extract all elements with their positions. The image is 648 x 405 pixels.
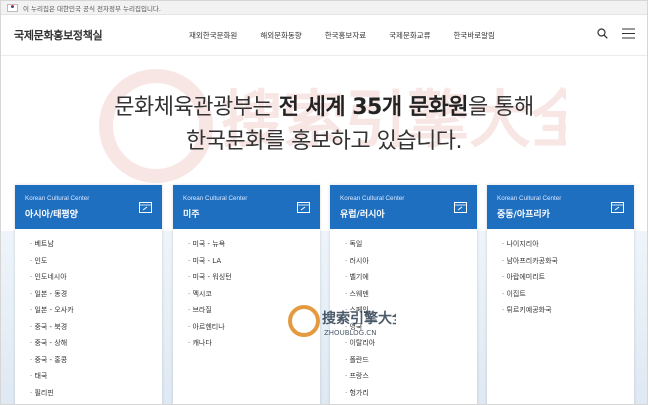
nav-item-culture-trends[interactable]: 해외문화동향 [260, 30, 301, 41]
external-link-icon[interactable] [611, 198, 624, 217]
list-item[interactable]: 튀르키예공화국 [502, 302, 634, 319]
list-item[interactable]: 나이지리아 [502, 236, 634, 253]
gov-banner-text: 이 누리집은 대한민국 공식 전자정부 누리집입니다. [23, 4, 161, 13]
card-subtitle: Korean Cultural Center [497, 195, 562, 202]
list-item[interactable]: 인도 [30, 253, 162, 270]
menu-icon[interactable] [622, 28, 635, 39]
list-item[interactable]: 남아프리카공화국 [502, 253, 634, 270]
card-americas: Korean Cultural Center 미주 미국 - 뉴욕 미국 - L… [173, 185, 320, 404]
main-nav: 재외한국문화원 해외문화동향 한국홍보자료 국제문화교류 한국바로알림 [189, 15, 518, 55]
list-item[interactable]: 태국 [30, 368, 162, 385]
card-europe-russia: Korean Cultural Center 유럽/러시아 독일 러시아 벨기에… [330, 185, 477, 404]
svg-text:搜索引擎大全: 搜索引擎大全 [322, 310, 396, 327]
site-header: 국제문화홍보정책실 재외한국문화원 해외문화동향 한국홍보자료 국제문화교류 한… [1, 15, 647, 56]
external-link-icon[interactable] [454, 198, 467, 217]
svg-text:ZHOUBLOG.CN: ZHOUBLOG.CN [324, 329, 376, 337]
list-item[interactable]: 필리핀 [30, 385, 162, 402]
country-list: 베트남 인도 인도네시아 일본 - 동경 일본 - 오사카 중국 - 북경 중국… [15, 229, 162, 401]
nav-item-cultural-exchange[interactable]: 국제문화교류 [389, 30, 430, 41]
nav-item-promo-materials[interactable]: 한국홍보자료 [325, 30, 366, 41]
hero-heading-line1: 문화체육관광부는 전 세계 35개 문화원을 통해 [114, 95, 534, 120]
list-item[interactable]: 중국 - 홍콩 [30, 352, 162, 369]
gov-banner: 이 누리집은 대한민국 공식 전자정부 누리집입니다. [1, 1, 647, 15]
list-item[interactable]: 미국 - 워싱턴 [188, 269, 320, 286]
list-item[interactable]: 일본 - 오사카 [30, 302, 162, 319]
list-item[interactable]: 헝가리 [345, 385, 477, 402]
list-item[interactable]: 이집트 [502, 286, 634, 303]
list-item[interactable]: 중국 - 상해 [30, 335, 162, 352]
card-subtitle: Korean Cultural Center [183, 195, 248, 202]
card-middle-east-africa: Korean Cultural Center 중동/아프리카 나이지리아 남아프… [487, 185, 634, 404]
list-item[interactable]: 인도네시아 [30, 269, 162, 286]
search-icon[interactable] [597, 28, 608, 39]
card-header[interactable]: Korean Cultural Center 중동/아프리카 [487, 185, 634, 229]
list-item[interactable]: 프랑스 [345, 368, 477, 385]
list-item[interactable]: 미국 - LA [188, 253, 320, 270]
korea-flag-icon [7, 3, 18, 12]
nav-item-cultural-centers[interactable]: 재외한국문화원 [189, 30, 237, 41]
card-title: 유럽/러시아 [340, 210, 385, 220]
list-item[interactable]: 스웨덴 [345, 286, 477, 303]
external-link-icon[interactable] [297, 198, 310, 217]
hero-heading-line2: 한국문화를 홍보하고 있습니다. [185, 129, 463, 154]
card-header[interactable]: Korean Cultural Center 유럽/러시아 [330, 185, 477, 229]
list-item[interactable]: 독일 [345, 236, 477, 253]
list-item[interactable]: 아랍에미리트 [502, 269, 634, 286]
list-item[interactable]: 베트남 [30, 236, 162, 253]
card-asia-pacific: Korean Cultural Center 아시아/태평양 베트남 인도 인도… [15, 185, 162, 404]
browser-viewport: 이 누리집은 대한민국 공식 전자정부 누리집입니다. 국제문화홍보정책실 재외… [0, 0, 648, 405]
list-item[interactable]: 중국 - 북경 [30, 319, 162, 336]
site-logo[interactable]: 국제문화홍보정책실 [14, 27, 103, 43]
list-item[interactable]: 미국 - 뉴욕 [188, 236, 320, 253]
country-list: 나이지리아 남아프리카공화국 아랍에미리트 이집트 튀르키예공화국 [487, 229, 634, 319]
hero-section: 搜索引擎大全 문화체육관광부는 전 세계 35개 문화원을 통해 한국문화를 홍… [1, 56, 647, 184]
region-cards: Korean Cultural Center 아시아/태평양 베트남 인도 인도… [15, 185, 635, 404]
list-item[interactable]: 벨기에 [345, 269, 477, 286]
card-subtitle: Korean Cultural Center [340, 195, 405, 202]
card-header[interactable]: Korean Cultural Center 아시아/태평양 [15, 185, 162, 229]
list-item[interactable]: 폴란드 [345, 352, 477, 369]
list-item[interactable]: 멕시코 [188, 286, 320, 303]
card-title: 미주 [183, 210, 200, 220]
card-header[interactable]: Korean Cultural Center 미주 [173, 185, 320, 229]
card-title: 중동/아프리카 [497, 210, 550, 220]
external-link-icon[interactable] [139, 198, 152, 217]
watermark-badge: 搜索引擎大全 ZHOUBLOG.CN [288, 305, 396, 337]
list-item[interactable]: 일본 - 동경 [30, 286, 162, 303]
list-item[interactable]: 러시아 [345, 253, 477, 270]
card-title: 아시아/태평양 [25, 210, 78, 220]
card-subtitle: Korean Cultural Center [25, 195, 90, 202]
nav-item-korea-correct[interactable]: 한국바로알림 [454, 30, 495, 41]
